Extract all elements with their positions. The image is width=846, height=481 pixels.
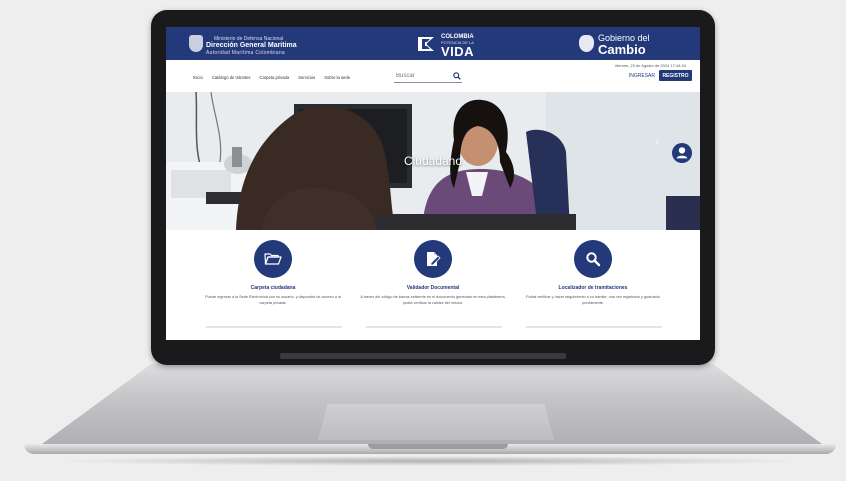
- laptop-shadow: [50, 456, 810, 466]
- carousel-next-button[interactable]: ›: [656, 137, 659, 148]
- current-date: Viernes, 23 de Agosto de 2024 17:44:34: [614, 63, 686, 68]
- card-divider: [366, 326, 502, 328]
- card-divider: [206, 326, 342, 328]
- search-input[interactable]: [394, 71, 452, 81]
- card-divider: [526, 326, 662, 328]
- document-edit-icon: [427, 252, 441, 266]
- vida-word-text: VIDA: [441, 44, 475, 59]
- card-validador-documental-button[interactable]: [414, 240, 452, 278]
- service-cards: Carpeta ciudadana Puede ingresar a la Se…: [166, 230, 700, 340]
- dimar-authority-text: Autoridad Marítima Colombiana: [206, 50, 286, 56]
- main-nav: Viernes, 23 de Agosto de 2024 17:44:34 I…: [166, 60, 700, 92]
- colombia-vida-logo-icon: [418, 37, 434, 51]
- card-description: Puede ingresar a la Sede Electrónica con…: [205, 295, 341, 305]
- nav-item-sobre-la-sede[interactable]: Sobre la sede: [324, 75, 350, 80]
- colombia-seal-icon: [579, 35, 594, 52]
- card-title[interactable]: Carpeta ciudadana: [193, 285, 353, 291]
- laptop-opening-notch: [368, 444, 508, 449]
- card-carpeta-ciudadana-button[interactable]: [254, 240, 292, 278]
- nav-item-carpeta-privada[interactable]: Carpeta privada: [259, 75, 289, 80]
- card-localizador-tramitaciones: Localizador de tramitaciones Podrá verif…: [513, 240, 673, 306]
- nav-item-servicios[interactable]: Servicios: [298, 75, 315, 80]
- card-localizador-tramitaciones-button[interactable]: [574, 240, 612, 278]
- card-carpeta-ciudadana: Carpeta ciudadana Puede ingresar a la Se…: [193, 240, 353, 306]
- dimar-name-text: Dirección General Marítima: [206, 42, 297, 49]
- user-profile-button[interactable]: [672, 143, 692, 163]
- search-icon: [586, 252, 601, 267]
- card-title[interactable]: Localizador de tramitaciones: [513, 285, 673, 291]
- nav-item-catalogo[interactable]: Catálogo de trámites: [212, 75, 251, 80]
- card-title[interactable]: Validador Documental: [353, 285, 513, 291]
- laptop-hinge: [280, 353, 566, 359]
- register-button[interactable]: REGISTRO: [659, 70, 692, 81]
- laptop-screen: Ministerio de Defensa Nacional Dirección…: [166, 27, 700, 340]
- dimar-shield-icon: [189, 35, 203, 52]
- search-box: [394, 71, 462, 83]
- user-icon: [676, 147, 688, 159]
- card-validador-documental: Validador Documental A través del código…: [353, 240, 513, 306]
- login-button[interactable]: INGRESAR: [629, 73, 655, 79]
- folder-open-icon: [264, 253, 282, 265]
- gobierno-line2-text: Cambio: [598, 42, 646, 57]
- nav-links: Inicio Catálogo de trámites Carpeta priv…: [193, 75, 350, 80]
- hero-banner: Ciudadano ›: [166, 92, 700, 230]
- nav-item-inicio[interactable]: Inicio: [193, 75, 203, 80]
- hero-title: Ciudadano: [403, 154, 463, 168]
- laptop-trackpad: [318, 404, 554, 440]
- card-description: Podrá verificar y hacer seguimiento a su…: [526, 295, 660, 305]
- top-banner: Ministerio de Defensa Nacional Dirección…: [166, 27, 700, 60]
- search-icon[interactable]: [452, 71, 462, 81]
- card-description: A través del código de barras existente …: [360, 295, 506, 305]
